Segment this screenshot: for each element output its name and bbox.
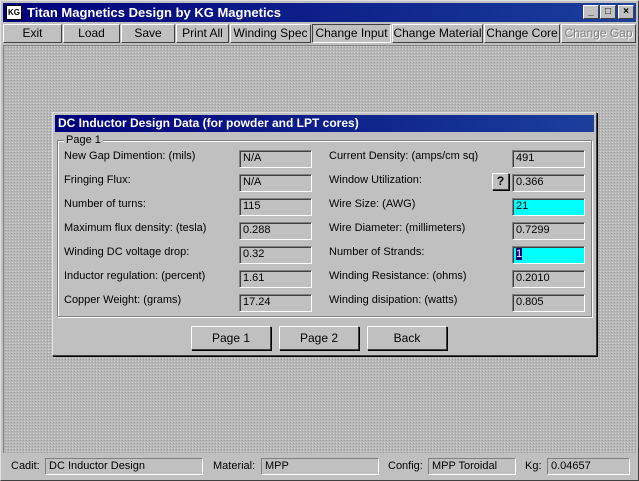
change-gap-button: Change Gap — [561, 24, 636, 43]
dc-voltage-drop-label: Winding DC voltage drop: — [64, 246, 190, 258]
cadit-value: DC Inductor Design — [45, 458, 203, 475]
page-2-button[interactable]: Page 2 — [279, 326, 359, 350]
cadit-label: Cadit: — [11, 460, 40, 472]
config-value: MPP Toroidal — [428, 458, 516, 475]
max-flux-density-label: Maximum flux density: (tesla) — [64, 222, 207, 234]
close-button[interactable]: × — [618, 5, 634, 19]
material-value: MPP — [261, 458, 379, 475]
kg-value: 0.04657 — [547, 458, 630, 475]
change-core-button[interactable]: Change Core — [484, 24, 560, 43]
fringing-flux-value: N/A — [239, 174, 312, 192]
print-all-button[interactable]: Print All — [176, 24, 229, 43]
copper-weight-value: 17.24 — [239, 294, 312, 312]
gap-dimension-label: New Gap Dimention: (mils) — [64, 150, 196, 162]
dc-voltage-drop-value: 0.32 — [239, 246, 312, 264]
page-1-group: Page 1 New Gap Dimention: (mils) N/A Fri… — [57, 134, 592, 317]
exit-button[interactable]: Exit — [3, 24, 62, 43]
change-input-button[interactable]: Change Input — [312, 24, 391, 43]
winding-dissipation-value: 0.805 — [512, 294, 585, 312]
config-label: Config: — [388, 460, 423, 472]
wire-size-input[interactable]: 21 — [512, 198, 585, 216]
regulation-label: Inductor regulation: (percent) — [64, 270, 206, 282]
window-title: Titan Magnetics Design by KG Magnetics — [27, 5, 282, 20]
main-window: KG Titan Magnetics Design by KG Magnetic… — [0, 0, 639, 481]
page-1-button[interactable]: Page 1 — [191, 326, 271, 350]
max-flux-density-value: 0.288 — [239, 222, 312, 240]
material-label: Material: — [213, 460, 256, 472]
winding-resistance-value: 0.2010 — [512, 270, 585, 288]
wire-diameter-value: 0.7299 — [512, 222, 585, 240]
change-material-button[interactable]: Change Material — [392, 24, 483, 43]
load-button[interactable]: Load — [63, 24, 120, 43]
dialog-title: DC Inductor Design Data (for powder and … — [55, 115, 594, 132]
gap-dimension-value: N/A — [239, 150, 312, 168]
winding-spec-button[interactable]: Winding Spec — [230, 24, 311, 43]
copper-weight-label: Copper Weight: (grams) — [64, 294, 182, 306]
winding-resistance-label: Winding Resistance: (ohms) — [329, 270, 467, 282]
title-bar: KG Titan Magnetics Design by KG Magnetic… — [3, 3, 636, 22]
strands-label: Number of Strands: — [329, 246, 425, 258]
current-density-value: 491 — [512, 150, 585, 168]
back-button[interactable]: Back — [367, 326, 447, 350]
save-button[interactable]: Save — [121, 24, 175, 43]
kg-label: Kg: — [525, 460, 542, 472]
regulation-value: 1.61 — [239, 270, 312, 288]
status-bar: Cadit: DC Inductor Design Material: MPP … — [3, 456, 636, 478]
winding-dissipation-label: Winding disipation: (watts) — [329, 294, 458, 306]
window-utilization-value: 0.366 — [512, 174, 585, 192]
window-utilization-label: Window Utilization: — [329, 174, 422, 186]
current-density-label: Current Density: (amps/cm sq) — [329, 150, 479, 162]
turns-label: Number of turns: — [64, 198, 146, 210]
toolbar: Exit Load Save Print All Winding Spec Ch… — [3, 24, 636, 44]
wire-diameter-label: Wire Diameter: (millimeters) — [329, 222, 466, 234]
app-icon[interactable]: KG — [6, 5, 22, 20]
help-button[interactable]: ? — [492, 173, 509, 190]
design-data-dialog: DC Inductor Design Data (for powder and … — [52, 112, 597, 356]
turns-value: 115 — [239, 198, 312, 216]
group-label: Page 1 — [64, 134, 103, 147]
fringing-flux-label: Fringing Flux: — [64, 174, 131, 186]
strands-input[interactable]: 1 — [512, 246, 585, 264]
wire-size-label: Wire Size: (AWG) — [329, 198, 416, 210]
minimize-button[interactable]: _ — [583, 5, 599, 19]
strands-selected-text: 1 — [516, 248, 523, 260]
maximize-button[interactable]: □ — [600, 5, 616, 19]
